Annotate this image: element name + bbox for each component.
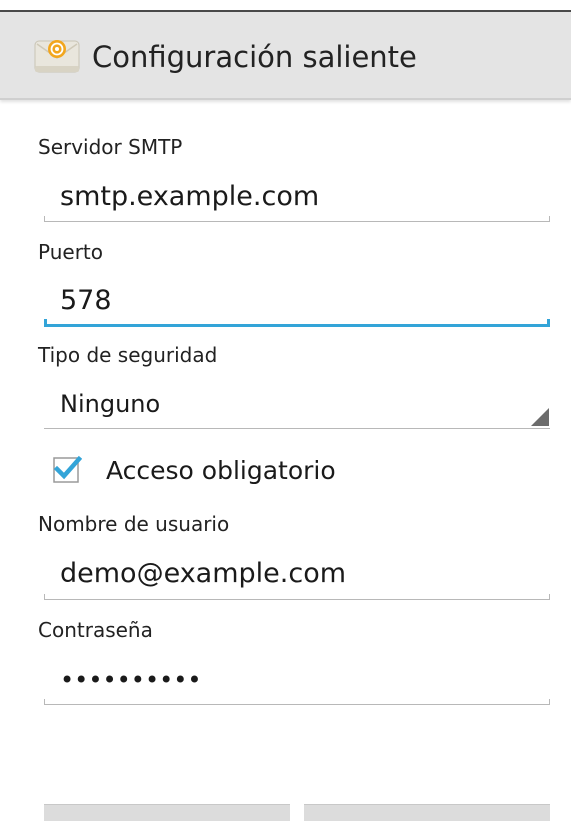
outgoing-settings-screen: Configuración saliente Servidor SMTP smt… <box>0 0 571 821</box>
smtp-server-underline-tick-left <box>44 216 45 222</box>
username-underline <box>44 599 550 600</box>
password-label: Contraseña <box>38 618 153 642</box>
dropdown-arrow-icon <box>531 408 549 426</box>
port-field[interactable] <box>44 278 550 330</box>
smtp-server-value: smtp.example.com <box>60 181 320 212</box>
port-focus-underline <box>44 324 550 327</box>
smtp-server-underline <box>44 221 550 222</box>
username-value: demo@example.com <box>60 558 347 589</box>
action-bar: Configuración saliente <box>0 12 571 100</box>
port-value: 578 <box>60 285 112 316</box>
username-label: Nombre de usuario <box>38 512 230 536</box>
password-underline <box>44 704 550 705</box>
smtp-server-underline-tick-right <box>549 216 550 222</box>
previous-button[interactable] <box>44 804 290 821</box>
next-button-label <box>304 805 550 809</box>
security-type-label: Tipo de seguridad <box>38 343 218 367</box>
previous-button-label <box>44 805 290 809</box>
require-signin-checkbox[interactable] <box>52 454 82 484</box>
smtp-server-label: Servidor SMTP <box>38 135 183 159</box>
page-title: Configuración saliente <box>92 40 417 74</box>
port-focus-tick-left <box>44 319 47 327</box>
password-underline-tick-right <box>549 699 550 705</box>
username-underline-tick-left <box>44 594 45 600</box>
email-app-icon <box>34 40 80 73</box>
require-signin-label: Acceso obligatorio <box>106 456 336 485</box>
security-type-value: Ninguno <box>60 390 161 418</box>
next-button[interactable] <box>304 804 550 821</box>
password-value: •••••••••• <box>60 666 202 694</box>
port-label: Puerto <box>38 240 103 264</box>
security-type-underline <box>44 428 550 429</box>
username-underline-tick-right <box>549 594 550 600</box>
port-focus-tick-right <box>547 319 550 327</box>
password-underline-tick-left <box>44 699 45 705</box>
